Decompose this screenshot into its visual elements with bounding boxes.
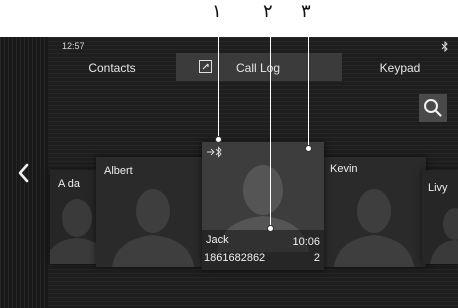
callout-line-3 — [308, 22, 309, 146]
tab-contacts[interactable]: Contacts — [48, 53, 176, 81]
contact-card[interactable]: A da — [50, 170, 100, 264]
contact-card[interactable]: Livy — [422, 170, 458, 264]
tab-keypad-label: Keypad — [379, 61, 421, 75]
tab-call-log[interactable]: Call Log — [176, 53, 342, 81]
chevron-left-icon — [18, 163, 29, 183]
person-silhouette-icon — [112, 189, 194, 267]
tab-keypad[interactable]: Keypad — [342, 53, 458, 81]
tab-call-log-label: Call Log — [236, 61, 281, 75]
callout-marker-1 — [215, 136, 222, 143]
contact-card-selected[interactable]: Jack 10:06 1861682862 2 — [202, 142, 324, 270]
status-time: 12:57 — [62, 41, 85, 51]
call-time: 10:06 — [292, 236, 320, 248]
search-icon — [424, 99, 442, 117]
tab-contacts-label: Contacts — [88, 61, 136, 75]
call-count: 2 — [313, 252, 320, 264]
bluetooth-arrow-icon — [207, 146, 222, 158]
contact-name: Albert — [104, 165, 133, 177]
call-log-screen: 12:57 Contacts Call Log Keypad A da Albe… — [0, 37, 458, 308]
person-silhouette-icon — [50, 199, 100, 264]
person-silhouette-icon — [430, 208, 458, 264]
callout-2: ٢ — [263, 1, 273, 22]
person-silhouette-icon — [334, 189, 414, 267]
contact-name: Jack — [206, 234, 229, 246]
callout-line-2 — [270, 22, 271, 226]
phone-number: 1861682862 — [204, 252, 266, 264]
contact-card[interactable]: Albert — [96, 157, 206, 267]
callout-3: ٣ — [301, 1, 311, 22]
contact-card[interactable]: Kevin — [322, 157, 426, 267]
contact-info-bar: Jack 10:06 1861682862 2 — [202, 230, 324, 270]
contact-name: Livy — [428, 182, 448, 194]
back-button[interactable] — [13, 160, 35, 186]
contact-name: A da — [58, 178, 81, 190]
callout-1: ١ — [212, 1, 222, 22]
search-button[interactable] — [419, 94, 447, 122]
contact-name: Kevin — [330, 163, 358, 175]
phone-log-icon — [199, 60, 212, 73]
callout-marker-3 — [305, 145, 312, 152]
tab-bar: Contacts Call Log Keypad — [48, 53, 458, 81]
callout-marker-2 — [267, 225, 274, 232]
callout-line-1 — [218, 22, 219, 138]
